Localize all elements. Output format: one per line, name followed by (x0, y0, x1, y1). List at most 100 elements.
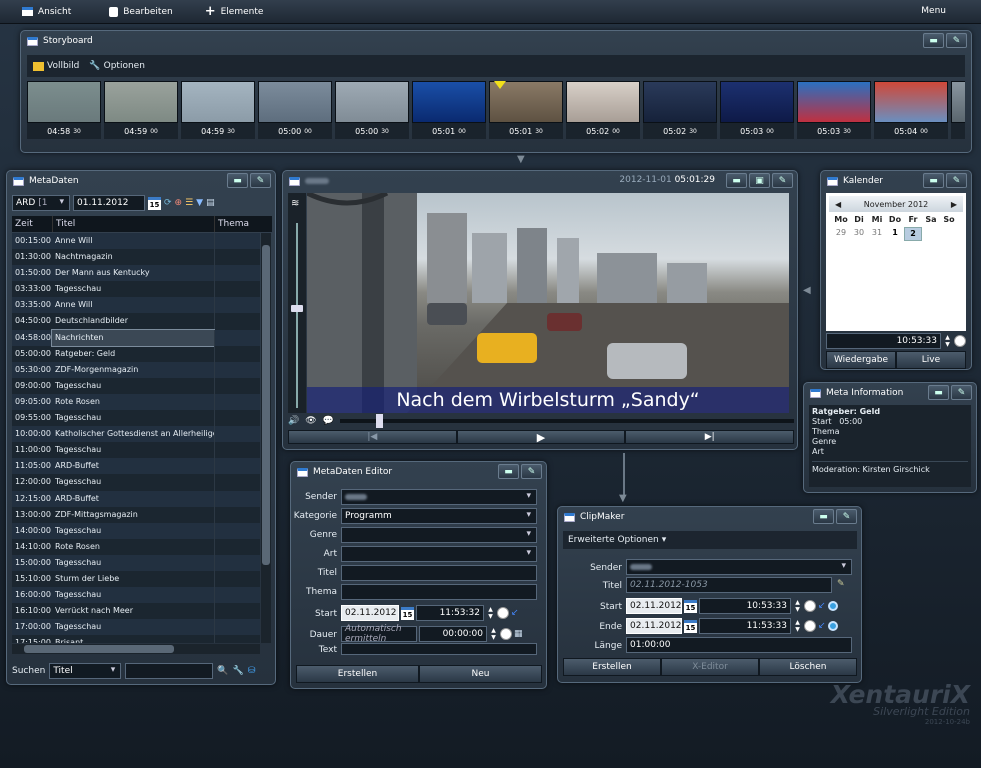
clock-icon[interactable] (804, 600, 816, 612)
chat-icon[interactable]: 💬 (323, 416, 334, 426)
calendar-day[interactable]: 1 (886, 227, 904, 241)
channel-select[interactable]: ARD [1 (12, 195, 70, 211)
table-row[interactable]: 11:00:00 Tagesschau (12, 442, 260, 459)
storyboard-thumb[interactable]: 05:04 00 (874, 81, 948, 139)
horizontal-scrollbar[interactable] (12, 644, 260, 654)
table-row[interactable]: 04:58:00 Nachrichten (12, 328, 260, 347)
eye-icon[interactable]: 👁 (305, 416, 316, 426)
clock-icon[interactable] (500, 628, 512, 640)
search-field-select[interactable]: Titel (49, 663, 122, 679)
clip-create-button[interactable]: Erstellen (563, 658, 661, 676)
storyboard-thumb[interactable]: 05:03 00 (720, 81, 794, 139)
table-row[interactable]: 16:00:00 Tagesschau (12, 587, 260, 604)
editor-genre-select[interactable] (341, 527, 537, 543)
calendar-icon[interactable]: 15 (148, 196, 161, 210)
edit-icon[interactable]: ✎ (837, 579, 845, 589)
table-row[interactable]: 01:50:00 Der Mann aus Kentucky (12, 265, 260, 282)
time-spinner[interactable]: ▲ ▼ (793, 619, 802, 633)
minimize-button[interactable]: ▬ (227, 173, 248, 188)
table-row[interactable]: 16:10:00 Verrückt nach Meer (12, 603, 260, 620)
clock-icon[interactable] (804, 620, 816, 632)
storyboard-thumb[interactable]: 04:59 30 (181, 81, 255, 139)
storyboard-thumb[interactable]: 05:03 30 (797, 81, 871, 139)
calendar-time-input[interactable]: 10:53:33 (826, 333, 941, 349)
editor-text-input[interactable] (341, 643, 537, 655)
table-row[interactable]: 11:05:00 ARD-Buffet (12, 458, 260, 475)
goto-end-icon[interactable] (827, 621, 838, 631)
clip-start-date[interactable]: 02.11.2012 (626, 598, 682, 614)
column-header-zeit[interactable]: Zeit (12, 216, 52, 232)
time-spinner[interactable]: ▲ ▼ (943, 334, 952, 348)
table-row[interactable]: 09:05:00 Rote Rosen (12, 393, 260, 411)
pin-button[interactable]: ✎ (836, 509, 857, 524)
minimize-button[interactable]: ▬ (726, 173, 747, 188)
time-spinner[interactable]: ▲ ▼ (793, 599, 802, 613)
video-frame[interactable]: Nach dem Wirbelsturm „Sandy“ (307, 193, 789, 413)
grid-icon[interactable]: ▦ (514, 629, 523, 639)
seek-bar[interactable] (339, 414, 794, 428)
xeditor-button[interactable]: X-Editor (661, 658, 759, 676)
prev-button[interactable]: |◀ (288, 430, 457, 444)
snapshot-button[interactable]: ▣ (749, 173, 770, 188)
clip-titel-input[interactable]: 02.11.2012-1053 (626, 577, 832, 593)
editor-thema-input[interactable] (341, 584, 537, 600)
create-button[interactable]: Erstellen (296, 665, 419, 683)
calendar-day[interactable]: 2 (904, 227, 922, 241)
column-header-titel[interactable]: Titel (52, 216, 214, 232)
calendar-icon[interactable]: 15 (684, 599, 697, 613)
table-row[interactable]: 17:00:00 Tagesschau (12, 619, 260, 636)
database-icon[interactable]: ⛁ (248, 666, 256, 676)
table-row[interactable]: 10:00:00 Katholischer Gottesdienst an All… (12, 426, 260, 443)
export-icon[interactable]: ▤ (206, 198, 215, 208)
storyboard-thumb[interactable]: 05:01 00 (412, 81, 486, 139)
table-row[interactable]: 04:50:00 Deutschlandbilder (12, 313, 260, 330)
vertical-scrollbar[interactable] (261, 233, 271, 643)
marker-icon[interactable]: ↙ (818, 601, 826, 611)
pin-button[interactable]: ✎ (946, 33, 967, 48)
calendar-day[interactable]: 29 (832, 227, 850, 241)
calendar-icon[interactable]: 15 (401, 606, 414, 620)
replay-button[interactable]: Wiedergabe (826, 351, 896, 369)
filter-icon[interactable]: ▼ (196, 198, 203, 208)
minimize-button[interactable]: ▬ (498, 464, 519, 479)
editor-dauer-time[interactable]: 00:00:00 (419, 626, 487, 642)
editor-kategorie-select[interactable]: Programm (341, 508, 537, 524)
clock-icon[interactable] (954, 335, 966, 347)
clock-icon[interactable] (497, 607, 509, 619)
new-button[interactable]: Neu (419, 665, 542, 683)
volume-slider[interactable]: ≋ (288, 193, 306, 413)
table-row[interactable]: 01:30:00 Nachtmagazin (12, 249, 260, 266)
search-icon[interactable]: 🔍 (217, 666, 228, 676)
storyboard-thumb[interactable]: 05:01 30 (489, 81, 563, 139)
clip-end-time[interactable]: 11:53:33 (699, 618, 791, 634)
wrench-icon[interactable]: 🔧 (233, 666, 244, 676)
editor-start-time[interactable]: 11:53:32 (416, 605, 484, 621)
pin-button[interactable]: ✎ (521, 464, 542, 479)
time-spinner[interactable]: ▲ ▼ (489, 627, 498, 641)
pin-button[interactable]: ✎ (250, 173, 271, 188)
marker-icon[interactable]: ↙ (818, 621, 826, 631)
delete-button[interactable]: Löschen (759, 658, 857, 676)
fullscreen-button[interactable]: Vollbild (33, 61, 79, 71)
time-spinner[interactable]: ▲ ▼ (486, 606, 495, 620)
table-row[interactable]: 14:10:00 Rote Rosen (12, 538, 260, 555)
table-row[interactable]: 12:00:00 Tagesschau (12, 474, 260, 491)
column-header-thema[interactable]: Thema (214, 216, 262, 232)
table-row[interactable]: 05:00:00 Ratgeber: Geld (12, 345, 260, 362)
table-row[interactable]: 00:15:00 Anne Will (12, 233, 260, 250)
storyboard-thumb[interactable]: 05:02 30 (643, 81, 717, 139)
options-button[interactable]: 🔧 Optionen (89, 61, 145, 71)
storyboard-thumb[interactable]: 05:0 (951, 81, 965, 139)
list-icon[interactable]: ☰ (185, 198, 193, 208)
table-row[interactable]: 15:10:00 Sturm der Liebe (12, 570, 260, 588)
clip-laenge-input[interactable]: 01:00:00 (626, 637, 852, 653)
next-button[interactable]: ▶| (625, 430, 795, 444)
play-button[interactable]: ▶ (456, 430, 626, 444)
table-row[interactable]: 14:00:00 Tagesschau (12, 522, 260, 539)
minimize-button[interactable]: ▬ (928, 385, 949, 400)
calendar-day[interactable]: 30 (850, 227, 868, 241)
pin-button[interactable]: ✎ (951, 385, 972, 400)
minimize-button[interactable]: ▬ (923, 33, 944, 48)
advanced-options-toggle[interactable]: Erweiterte Optionen ▾ (563, 531, 857, 549)
live-button[interactable]: Live (896, 351, 966, 369)
